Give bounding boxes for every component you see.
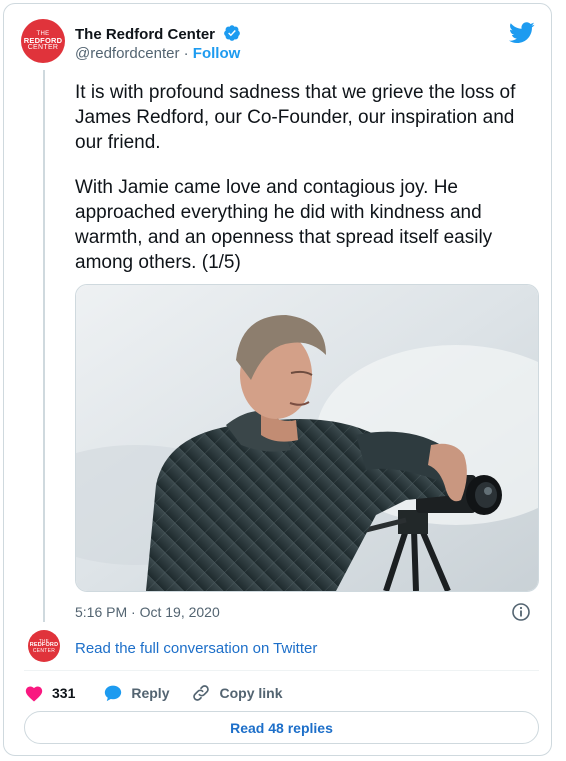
tweet-paragraph-2: With Jamie came love and contagious joy.… [75, 177, 493, 273]
avatar-text-line2: REDFORD [23, 35, 63, 45]
tweet-text: It is with profound sadness that we grie… [75, 80, 545, 295]
tweet-paragraph-1: It is with profound sadness that we grie… [75, 82, 516, 153]
handle-row: @redfordcenter · Follow [75, 45, 240, 62]
info-icon[interactable] [511, 602, 531, 627]
conversation-avatar[interactable]: THE REDFORD CENTER [28, 630, 60, 662]
like-button[interactable]: 331 [24, 684, 75, 702]
account-handle[interactable]: @redfordcenter [75, 45, 179, 62]
reply-label: Reply [131, 685, 170, 701]
heart-icon [25, 686, 43, 702]
account-avatar[interactable]: THE REDFORD CENTER [21, 19, 65, 63]
tweet-card: THE REDFORD CENTER The Redford Center @r… [3, 3, 552, 756]
read-replies-label: Read 48 replies [230, 719, 333, 736]
read-replies-button[interactable]: Read 48 replies [24, 711, 539, 744]
verified-badge-icon [223, 24, 241, 46]
read-conversation-link[interactable]: Read the full conversation on Twitter [75, 640, 317, 657]
copy-link-button[interactable]: Copy link [191, 683, 283, 703]
action-bar: 331 Reply Copy link [24, 682, 305, 704]
divider [24, 670, 539, 671]
twitter-bird-icon[interactable] [508, 22, 535, 49]
avatar-text-line3: CENTER [27, 44, 59, 52]
separator-dot: · [183, 45, 189, 62]
tweet-timestamp[interactable]: 5:16 PM · Oct 19, 2020 [75, 604, 220, 620]
reply-bubble-icon [105, 685, 122, 702]
copy-link-label: Copy link [219, 685, 283, 701]
link-icon [193, 685, 210, 701]
reply-button[interactable]: Reply [103, 684, 169, 702]
account-name-row[interactable]: The Redford Center [75, 24, 241, 46]
account-name[interactable]: The Redford Center [75, 26, 215, 43]
thread-line [43, 70, 45, 622]
avatar-text-line3: CENTER [32, 647, 56, 654]
like-count: 331 [52, 685, 76, 701]
follow-link[interactable]: Follow [193, 45, 241, 62]
tweet-photo[interactable] [75, 284, 539, 592]
